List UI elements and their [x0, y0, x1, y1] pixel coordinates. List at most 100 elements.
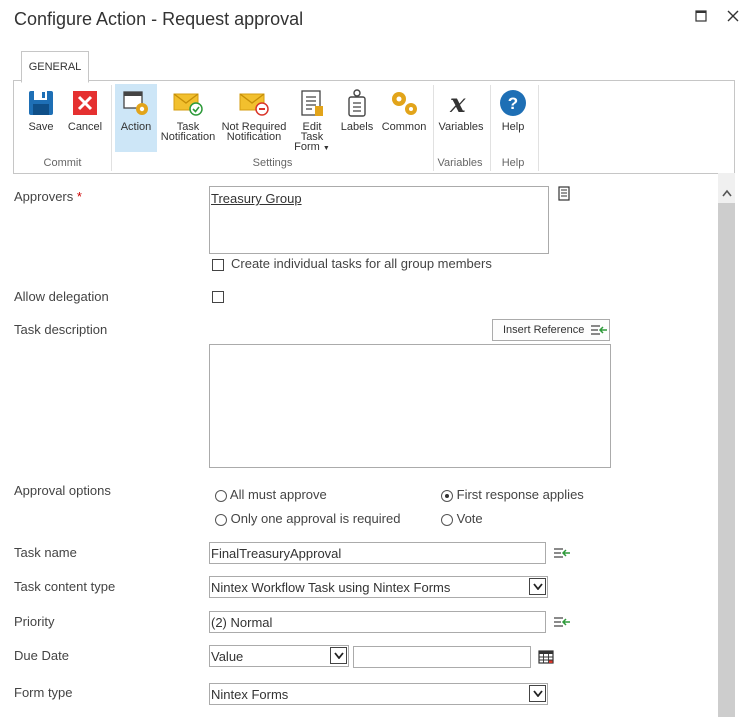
form-type-label: Form type [14, 685, 73, 700]
ribbon: Save Cancel Commit Action Task Notificat… [13, 80, 735, 174]
maximize-icon [695, 10, 707, 22]
gears-icon [392, 92, 417, 115]
ribbon-separator [111, 85, 112, 171]
task-description-value [210, 345, 610, 351]
task-description-textarea[interactable] [209, 344, 611, 468]
approvers-picker[interactable]: Treasury Group [209, 186, 549, 254]
variable-x-icon: x [449, 89, 466, 117]
cancel-icon [73, 91, 97, 115]
radio-label: All must approve [229, 487, 327, 502]
task-content-type-select[interactable]: Nintex Workflow Task using Nintex Forms [209, 576, 548, 598]
close-icon [727, 10, 739, 22]
envelope-check-icon [173, 93, 203, 116]
task-name-label: Task name [14, 545, 77, 560]
labels-button[interactable]: Labels [337, 84, 377, 152]
priority-label: Priority [14, 614, 55, 629]
radio-label: Only one approval is required [230, 511, 401, 526]
select-arrow-button[interactable] [330, 647, 347, 664]
radio-button[interactable] [441, 513, 453, 526]
due-date-type-value: Value [211, 649, 244, 664]
radio-all-must-approve[interactable]: All must approve [215, 487, 327, 502]
scrollbar-thumb[interactable] [718, 203, 735, 717]
maximize-button[interactable] [695, 6, 707, 27]
address-book-icon [558, 186, 570, 201]
insert-reference-label: Insert Reference [503, 324, 585, 336]
window-title: Configure Action - Request approval [14, 9, 304, 29]
common-label: Common [381, 121, 427, 133]
svg-text:x: x [449, 89, 466, 117]
select-arrow-button[interactable] [529, 578, 546, 595]
cancel-label: Cancel [67, 121, 103, 133]
task-notification-button[interactable]: Task Notification [159, 84, 217, 152]
save-label: Save [28, 121, 54, 133]
task-notification-label-2: Notification [160, 131, 216, 143]
not-required-notification-button[interactable]: Not Required Notification [219, 84, 289, 152]
labels-label: Labels [340, 121, 374, 133]
action-settings-icon [123, 91, 148, 115]
task-name-insert-reference-button[interactable] [553, 546, 571, 564]
cancel-button[interactable]: Cancel [64, 84, 106, 152]
group-label-settings: Settings [252, 157, 293, 169]
action-button[interactable]: Action [115, 84, 157, 152]
not-required-label-2: Notification [226, 131, 282, 143]
radio-button[interactable] [215, 513, 227, 526]
due-date-label: Due Date [14, 648, 69, 663]
group-label-help: Help [501, 157, 525, 169]
save-icon [29, 91, 53, 115]
task-content-type-value: Nintex Workflow Task using Nintex Forms [211, 580, 451, 595]
insert-reference-button[interactable]: Insert Reference [492, 319, 610, 341]
insert-reference-icon [591, 325, 608, 335]
edit-task-form-label-2-row: Form ▼ [290, 142, 334, 154]
variables-label: Variables [438, 121, 484, 133]
due-date-input[interactable] [353, 646, 531, 668]
task-content-type-label: Task content type [14, 579, 116, 594]
edit-task-form-label-2: Form [294, 141, 320, 153]
task-name-input[interactable]: FinalTreasuryApproval [209, 542, 546, 564]
radio-label: First response applies [456, 487, 584, 502]
insert-reference-icon [554, 548, 570, 558]
chevron-down-icon [532, 690, 543, 697]
approvers-label-text: Approvers [14, 189, 74, 204]
radio-only-one-approval[interactable]: Only one approval is required [215, 511, 400, 526]
due-date-type-select[interactable]: Value [209, 645, 349, 667]
form-type-value: Nintex Forms [211, 687, 289, 702]
form-edit-icon [301, 90, 323, 116]
priority-value: (2) Normal [211, 615, 273, 630]
approvers-label: Approvers * [14, 189, 82, 204]
action-label: Action [120, 121, 152, 133]
calendar-icon [538, 650, 554, 664]
group-label-variables: Variables [437, 157, 483, 169]
allow-delegation-label: Allow delegation [14, 289, 109, 304]
save-button[interactable]: Save [19, 84, 63, 152]
radio-button[interactable] [215, 489, 227, 502]
envelope-minus-icon [239, 93, 269, 116]
ribbon-separator [538, 85, 539, 171]
common-button[interactable]: Common [379, 84, 429, 152]
priority-insert-reference-button[interactable] [553, 615, 571, 633]
edit-task-form-button[interactable]: Edit Task Form ▼ [290, 84, 334, 154]
approver-entry[interactable]: Treasury Group [210, 187, 548, 210]
radio-vote[interactable]: Vote [441, 511, 483, 526]
chevron-up-icon [721, 189, 732, 197]
help-button[interactable]: ? Help [495, 84, 531, 152]
address-book-button[interactable] [557, 186, 571, 206]
required-asterisk: * [76, 189, 82, 204]
insert-reference-icon [554, 617, 570, 627]
help-label: Help [501, 121, 525, 133]
date-picker-button[interactable] [538, 650, 554, 669]
allow-delegation-checkbox[interactable] [212, 291, 224, 303]
individual-tasks-checkbox[interactable] [212, 259, 224, 271]
task-description-label: Task description [14, 322, 108, 337]
priority-input[interactable]: (2) Normal [209, 611, 546, 633]
variables-button[interactable]: x Variables [437, 84, 485, 152]
close-button[interactable] [727, 6, 739, 27]
scroll-up-button[interactable] [718, 183, 735, 203]
tab-general[interactable]: GENERAL [21, 51, 89, 83]
form-type-select[interactable]: Nintex Forms [209, 683, 548, 705]
radio-button-selected[interactable] [441, 489, 453, 502]
due-date-value [354, 647, 530, 653]
select-arrow-button[interactable] [529, 685, 546, 702]
chevron-down-icon [333, 652, 344, 659]
radio-first-response-applies[interactable]: First response applies [441, 487, 584, 502]
ribbon-separator [490, 85, 491, 171]
